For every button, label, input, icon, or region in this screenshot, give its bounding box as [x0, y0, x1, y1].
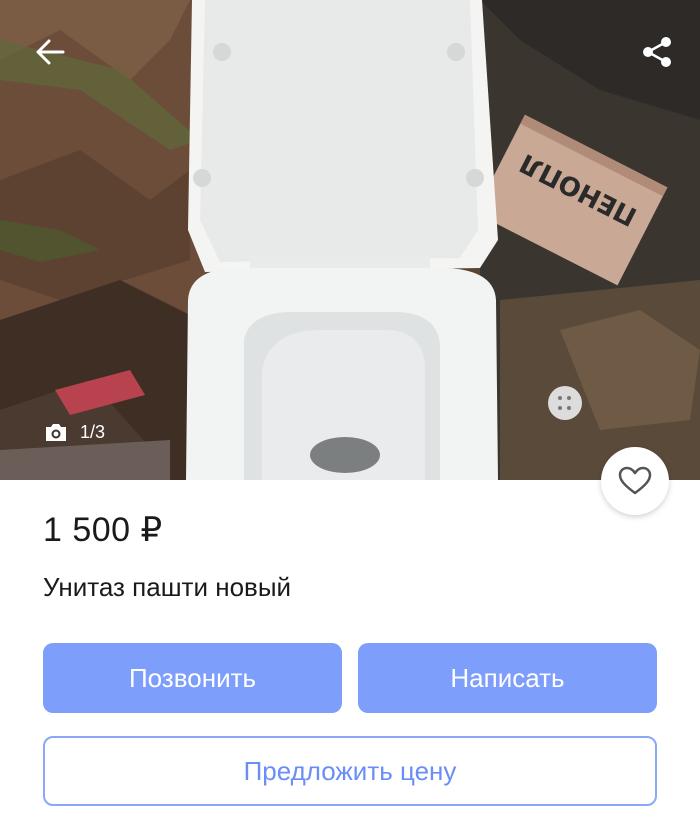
toilet-photo-illustration: ПЕНОПЛ: [0, 0, 700, 480]
share-icon: [643, 37, 671, 67]
call-button[interactable]: Позвонить: [43, 643, 342, 713]
photo-counter: 1/3: [44, 412, 105, 452]
heart-outline-icon: [618, 466, 652, 495]
share-button[interactable]: [633, 28, 681, 76]
favorite-button[interactable]: [601, 447, 669, 515]
photo-counter-text: 1/3: [80, 421, 106, 442]
offer-price-button[interactable]: Предложить цену: [43, 736, 657, 806]
camera-icon: [46, 424, 66, 441]
listing-price: 1 500 ₽: [43, 511, 163, 549]
arrow-left-icon: [36, 39, 65, 65]
back-button[interactable]: [26, 28, 74, 76]
write-message-button[interactable]: Написать: [358, 643, 657, 713]
listing-photo[interactable]: ПЕНОПЛ 1/3: [0, 0, 700, 480]
listing-title: Унитаз пашти новый: [43, 572, 292, 602]
